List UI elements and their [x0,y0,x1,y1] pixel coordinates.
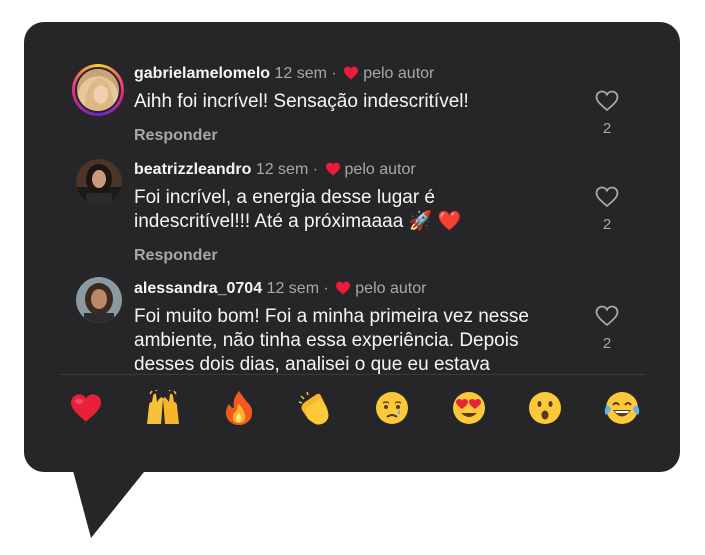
meta-separator: · [331,65,337,82]
like-count: 2 [602,120,612,137]
surprised-face-icon [529,392,562,424]
comment-text: Aihh foi incrível! Sensação indescritíve… [134,91,469,112]
reaction-wow-button[interactable] [523,386,567,430]
reaction-love-button[interactable] [447,386,491,430]
avatar-photo [77,69,119,111]
like-button[interactable]: 2 [592,90,622,138]
comment-text-line: Foi muito bom! Foi a minha primeira vez … [134,306,529,327]
comment-body: alessandra_0704 12 sem · pelo autor Foi … [134,279,584,374]
like-count: 2 [602,216,612,233]
reaction-sad-button[interactable] [370,386,414,430]
comment-body: gabrielamelomelo 12 sem · pelo autor Aih… [134,64,584,146]
red-heart-icon [71,394,101,422]
comment-text: Foi muito bom! Foi a minha primeira vez … [134,305,584,374]
reaction-laugh-button[interactable] [600,386,644,430]
reply-button[interactable]: Responder [134,246,584,266]
fire-icon [226,391,253,425]
comment-body: beatrizzleandro 12 sem · pelo autor Foi … [134,160,584,266]
comment-meta: alessandra_0704 12 sem · pelo autor [134,279,584,299]
liked-by-author-label: pelo autor [363,65,435,82]
liked-by-author-label: pelo autor [355,280,427,297]
reaction-bar [64,386,644,430]
divider [60,374,646,375]
comment-username[interactable]: alessandra_0704 [134,280,262,297]
comments-card: gabrielamelomelo 12 sem · pelo autor Aih… [24,22,680,538]
reply-button[interactable]: Responder [134,126,584,146]
comments-list: gabrielamelomelo 12 sem · pelo autor Aih… [24,22,680,374]
comment-text: Foi incrível, a energia desse lugar é in… [134,186,584,234]
comment-username[interactable]: beatrizzleandro [134,161,251,178]
avatar-photo [76,277,122,323]
heart-outline-icon [595,305,619,327]
comment-text-line: ambiente, não tinha essa experiência. De… [134,330,519,351]
comment-meta: gabrielamelomelo 12 sem · pelo autor [134,64,584,84]
reaction-heart-button[interactable] [64,386,108,430]
avatar[interactable] [76,159,122,205]
liked-by-author-label: pelo autor [344,161,416,178]
heart-outline-icon [595,186,619,208]
meta-separator: · [323,280,329,297]
comment-time: 12 sem [266,280,320,297]
comment-time: 12 sem [255,161,309,178]
reaction-raising-hands-button[interactable] [141,386,185,430]
comment-username[interactable]: gabrielamelomelo [134,65,270,82]
like-button[interactable]: 2 [592,305,622,353]
tears-of-joy-icon [604,392,640,424]
avatar-photo [76,159,122,205]
author-heart-icon [325,162,340,176]
comment-time: 12 sem [274,65,327,82]
reaction-clap-button[interactable] [294,386,338,430]
comment-meta: beatrizzleandro 12 sem · pelo autor [134,160,584,180]
comment-emojis: 🚀 ❤️ [408,211,462,232]
meta-separator: · [312,161,319,178]
like-count: 2 [602,335,612,352]
avatar[interactable] [76,277,122,323]
raising-hands-icon [146,390,179,424]
crying-face-icon [376,392,409,424]
clapping-hands-icon [298,391,329,425]
like-button[interactable]: 2 [592,186,622,234]
heart-outline-icon [595,90,619,112]
comment-text-line: indescritível!!! Até a próximaaaa 🚀 ❤️ [134,211,462,232]
comment-text-line: desses dois dias, analisei o que eu esta… [134,354,490,374]
reaction-fire-button[interactable] [217,386,261,430]
author-heart-icon [344,66,359,80]
heart-eyes-icon [452,392,485,424]
comment-text-line: Foi incrível, a energia desse lugar é [134,187,435,208]
author-heart-icon [336,281,351,295]
avatar[interactable] [72,64,124,116]
